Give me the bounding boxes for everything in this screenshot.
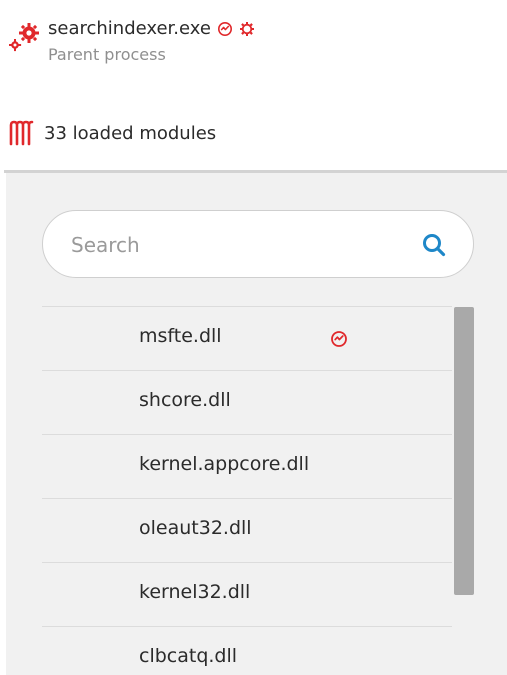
module-row-kernel-appcore[interactable]: kernel.appcore.dll [42,434,452,498]
module-name: clbcatq.dll [139,645,238,667]
module-row-clbcatq[interactable]: clbcatq.dll [42,626,452,675]
module-name: oleaut32.dll [139,517,252,539]
process-name-row: searchindexer.exe [48,18,255,39]
module-list: msfte.dll shcore.dll kernel.appcore.dll … [42,306,452,675]
search-input[interactable] [69,229,403,261]
module-list-scrollbar[interactable] [452,306,474,675]
signature-alert-icon[interactable] [217,21,233,37]
loaded-modules-header: 33 loaded modules [8,120,216,146]
module-row-kernel32[interactable]: kernel32.dll [42,562,452,626]
process-name[interactable]: searchindexer.exe [48,18,211,39]
loaded-modules-count: 33 loaded modules [44,122,217,144]
search-icon[interactable] [421,232,447,258]
module-name: kernel.appcore.dll [139,453,310,475]
module-name: shcore.dll [139,389,231,411]
signature-alert-icon[interactable] [330,330,348,348]
parent-process-header: searchindexer.exe Parent process [6,14,486,70]
module-row-msfte[interactable]: msfte.dll [42,306,452,370]
modules-icon [9,120,34,146]
module-name: kernel32.dll [139,581,251,603]
scrollbar-thumb[interactable] [454,307,474,595]
module-row-shcore[interactable]: shcore.dll [42,370,452,434]
module-row-oleaut32[interactable]: oleaut32.dll [42,498,452,562]
modules-panel: msfte.dll shcore.dll kernel.appcore.dll … [6,173,507,675]
process-subtitle: Parent process [48,45,166,64]
module-name: msfte.dll [139,325,222,347]
search-box [42,210,474,278]
gears-icon [9,23,39,52]
settings-gear-icon[interactable] [239,21,255,37]
